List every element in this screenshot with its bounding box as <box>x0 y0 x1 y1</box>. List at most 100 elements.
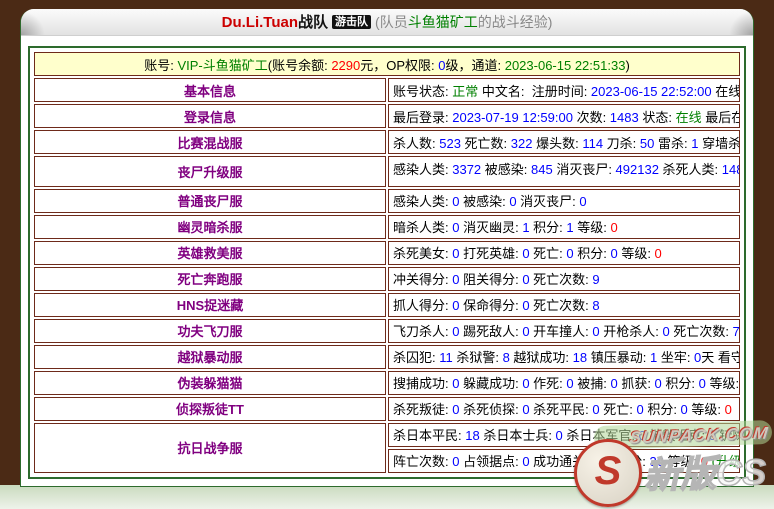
stat-text: 0 <box>610 220 617 235</box>
stat-text: 8 <box>503 350 510 365</box>
page: Du.Li.Tuan战队游击队(队员斗鱼猫矿工的战斗经验) 账号: VIP-斗鱼… <box>0 0 774 509</box>
row-label-14: 抗日战争服 <box>34 423 386 473</box>
stat-text: 等级: <box>618 246 655 261</box>
stat-text: 0 <box>522 402 529 417</box>
stat-text: 次数: <box>573 110 610 125</box>
stat-text: 搜捕成功: <box>393 376 452 391</box>
stat-text: 0 <box>556 428 563 443</box>
stat-text: 1 <box>522 220 529 235</box>
stat-text: 摧毁坦克: <box>646 428 709 443</box>
stat-text: 杀人数: <box>393 136 439 151</box>
stat-text: 杀死美女: <box>393 246 452 261</box>
row-label-8: 死亡奔跑服 <box>34 267 386 291</box>
stat-text: 8 <box>592 298 599 313</box>
stat-text: 492132 <box>616 162 659 177</box>
stat-text: 等级: <box>664 454 701 469</box>
stat-text: 0 <box>509 194 516 209</box>
stat-text: 积分: <box>644 402 681 417</box>
stat-text: 死亡次数: <box>670 324 733 339</box>
row-label-9: HNS捉迷藏 <box>34 293 386 317</box>
stat-text: 状态: <box>639 110 676 125</box>
table-row: HNS捉迷藏抓人得分: 0 保命得分: 0 死亡次数: 8 <box>34 293 740 317</box>
stat-text: 1 <box>566 220 573 235</box>
stat-text: 死亡数: <box>461 136 511 151</box>
table-row: 功夫飞刀服飞刀杀人: 0 踢死敌人: 0 开车撞人: 0 开枪杀人: 0 死亡次… <box>34 319 740 343</box>
stat-text: 0 <box>725 402 732 417</box>
account-summary-row: 账号: VIP-斗鱼猫矿工(账号余额: 2290元，OP权限: 0级，通道: 2… <box>34 52 740 76</box>
stat-text: 2290 <box>331 58 360 73</box>
stat-text: 0 <box>636 402 643 417</box>
stat-text: 穿墙杀人: <box>698 136 740 151</box>
row-label-2: 登录信息 <box>34 104 386 128</box>
table-row: 幽灵暗杀服暗杀人类: 0 消灭幽灵: 1 积分: 1 等级: 0 <box>34 215 740 239</box>
stat-text: 爆头数: <box>532 136 582 151</box>
table-row: 登录信息最后登录: 2023-07-19 12:59:00 次数: 1483 状… <box>34 104 740 128</box>
stat-text: 踢死敌人: <box>459 324 522 339</box>
stat-text: 元，OP权限: <box>360 58 438 73</box>
stat-text: 中文名: 注册时间: <box>478 84 591 99</box>
row-content-10: 飞刀杀人: 0 踢死敌人: 0 开车撞人: 0 开枪杀人: 0 死亡次数: 7 … <box>388 319 740 343</box>
row-content-14-1: 杀日本平民: 18 杀日本士兵: 0 杀日本军官: 0 摧毁坦克: 0 铲除汉奸… <box>388 423 740 447</box>
stat-text: 抓人得分: <box>393 298 452 313</box>
stat-text: 1483 <box>610 110 639 125</box>
stat-text: 0 <box>662 324 669 339</box>
stat-text: (账号余额: <box>268 58 332 73</box>
stat-text: 等级: <box>706 376 740 391</box>
stat-text: 杀狱警: <box>453 350 503 365</box>
stat-text: 暗杀人类: <box>393 220 452 235</box>
stat-text: 账号: <box>144 58 177 73</box>
stat-text: 7 <box>733 324 740 339</box>
stat-text: 感染人类: <box>393 194 452 209</box>
stat-text: 杀死平民: <box>530 402 593 417</box>
row-content-9: 抓人得分: 0 保命得分: 0 死亡次数: 8 <box>388 293 740 317</box>
row-content-11: 杀囚犯: 11 杀狱警: 8 越狱成功: 18 镇压暴动: 1 坐牢: 0天 看… <box>388 345 740 369</box>
stat-text: 0 <box>655 376 662 391</box>
row-content-12: 搜捕成功: 0 躲藏成功: 0 作死: 0 被捕: 0 抓获: 0 积分: 0 … <box>388 371 740 395</box>
stat-text: 0 <box>655 246 662 261</box>
stat-text: 0 <box>592 454 599 469</box>
stat-text: (升级到下一等级还需要 <box>708 454 740 469</box>
stat-text: 躲藏成功: <box>459 376 522 391</box>
stat-text: 级，通道: <box>445 58 504 73</box>
stat-text: 死亡: <box>530 246 567 261</box>
stat-text: 杀死人类: <box>659 162 722 177</box>
stat-text: 在线时间: <box>712 84 740 99</box>
stat-text: 作死: <box>530 376 567 391</box>
row-content-6: 暗杀人类: 0 消灭幽灵: 1 积分: 1 等级: 0 <box>388 215 740 239</box>
row-label-6: 幽灵暗杀服 <box>34 215 386 239</box>
row-label-7: 英雄救美服 <box>34 241 386 265</box>
stat-text: 积分: <box>530 220 567 235</box>
stat-text: 死亡: <box>600 402 637 417</box>
stat-text: 2023-07-19 12:59:00 <box>452 110 573 125</box>
clan-badge: 游击队 <box>332 15 371 29</box>
stat-text: 0 <box>701 454 708 469</box>
clan-name: Du.Li.Tuan <box>222 14 298 31</box>
row-label-10: 功夫飞刀服 <box>34 319 386 343</box>
stat-text: VIP-斗鱼猫矿工 <box>177 58 267 73</box>
stat-text: 50 <box>640 136 654 151</box>
stat-text: 最后在线: <box>702 110 740 125</box>
stat-text: 正常 <box>452 84 478 99</box>
content-panel: Du.Li.Tuan战队游击队(队员斗鱼猫矿工的战斗经验) 账号: VIP-斗鱼… <box>20 9 754 487</box>
row-content-8: 冲关得分: 0 阻关得分: 0 死亡次数: 9 <box>388 267 740 291</box>
stat-text: 36 <box>649 454 663 469</box>
stat-text: 0 <box>610 246 617 261</box>
stat-text: 开枪杀人: <box>600 324 663 339</box>
table-row: 越狱暴动服杀囚犯: 11 杀狱警: 8 越狱成功: 18 镇压暴动: 1 坐牢:… <box>34 345 740 369</box>
stat-text: 523 <box>439 136 461 151</box>
row-content-2: 最后登录: 2023-07-19 12:59:00 次数: 1483 状态: 在… <box>388 104 740 128</box>
stat-text: 阻关得分: <box>459 272 522 287</box>
stat-text: 坐牢: <box>657 350 694 365</box>
stat-text: 0 <box>522 298 529 313</box>
row-content-5: 感染人类: 0 被感染: 0 消灭丧尸: 0 <box>388 189 740 213</box>
table-row: 丧尸升级服感染人类: 3372 被感染: 845 消灭丧尸: 492132 杀死… <box>34 156 740 187</box>
stat-text: 18 <box>573 350 587 365</box>
stat-text: 雷杀: <box>654 136 691 151</box>
stat-text: 0 <box>592 402 599 417</box>
stat-text: 冲关得分: <box>393 272 452 287</box>
stat-text: 刀杀: <box>603 136 640 151</box>
stat-text: 杀囚犯: <box>393 350 439 365</box>
table-row: 抗日战争服杀日本平民: 18 杀日本士兵: 0 杀日本军官: 0 摧毁坦克: 0… <box>34 423 740 447</box>
stat-text: 最后登录: <box>393 110 452 125</box>
row-label-4: 丧尸升级服 <box>34 156 386 187</box>
